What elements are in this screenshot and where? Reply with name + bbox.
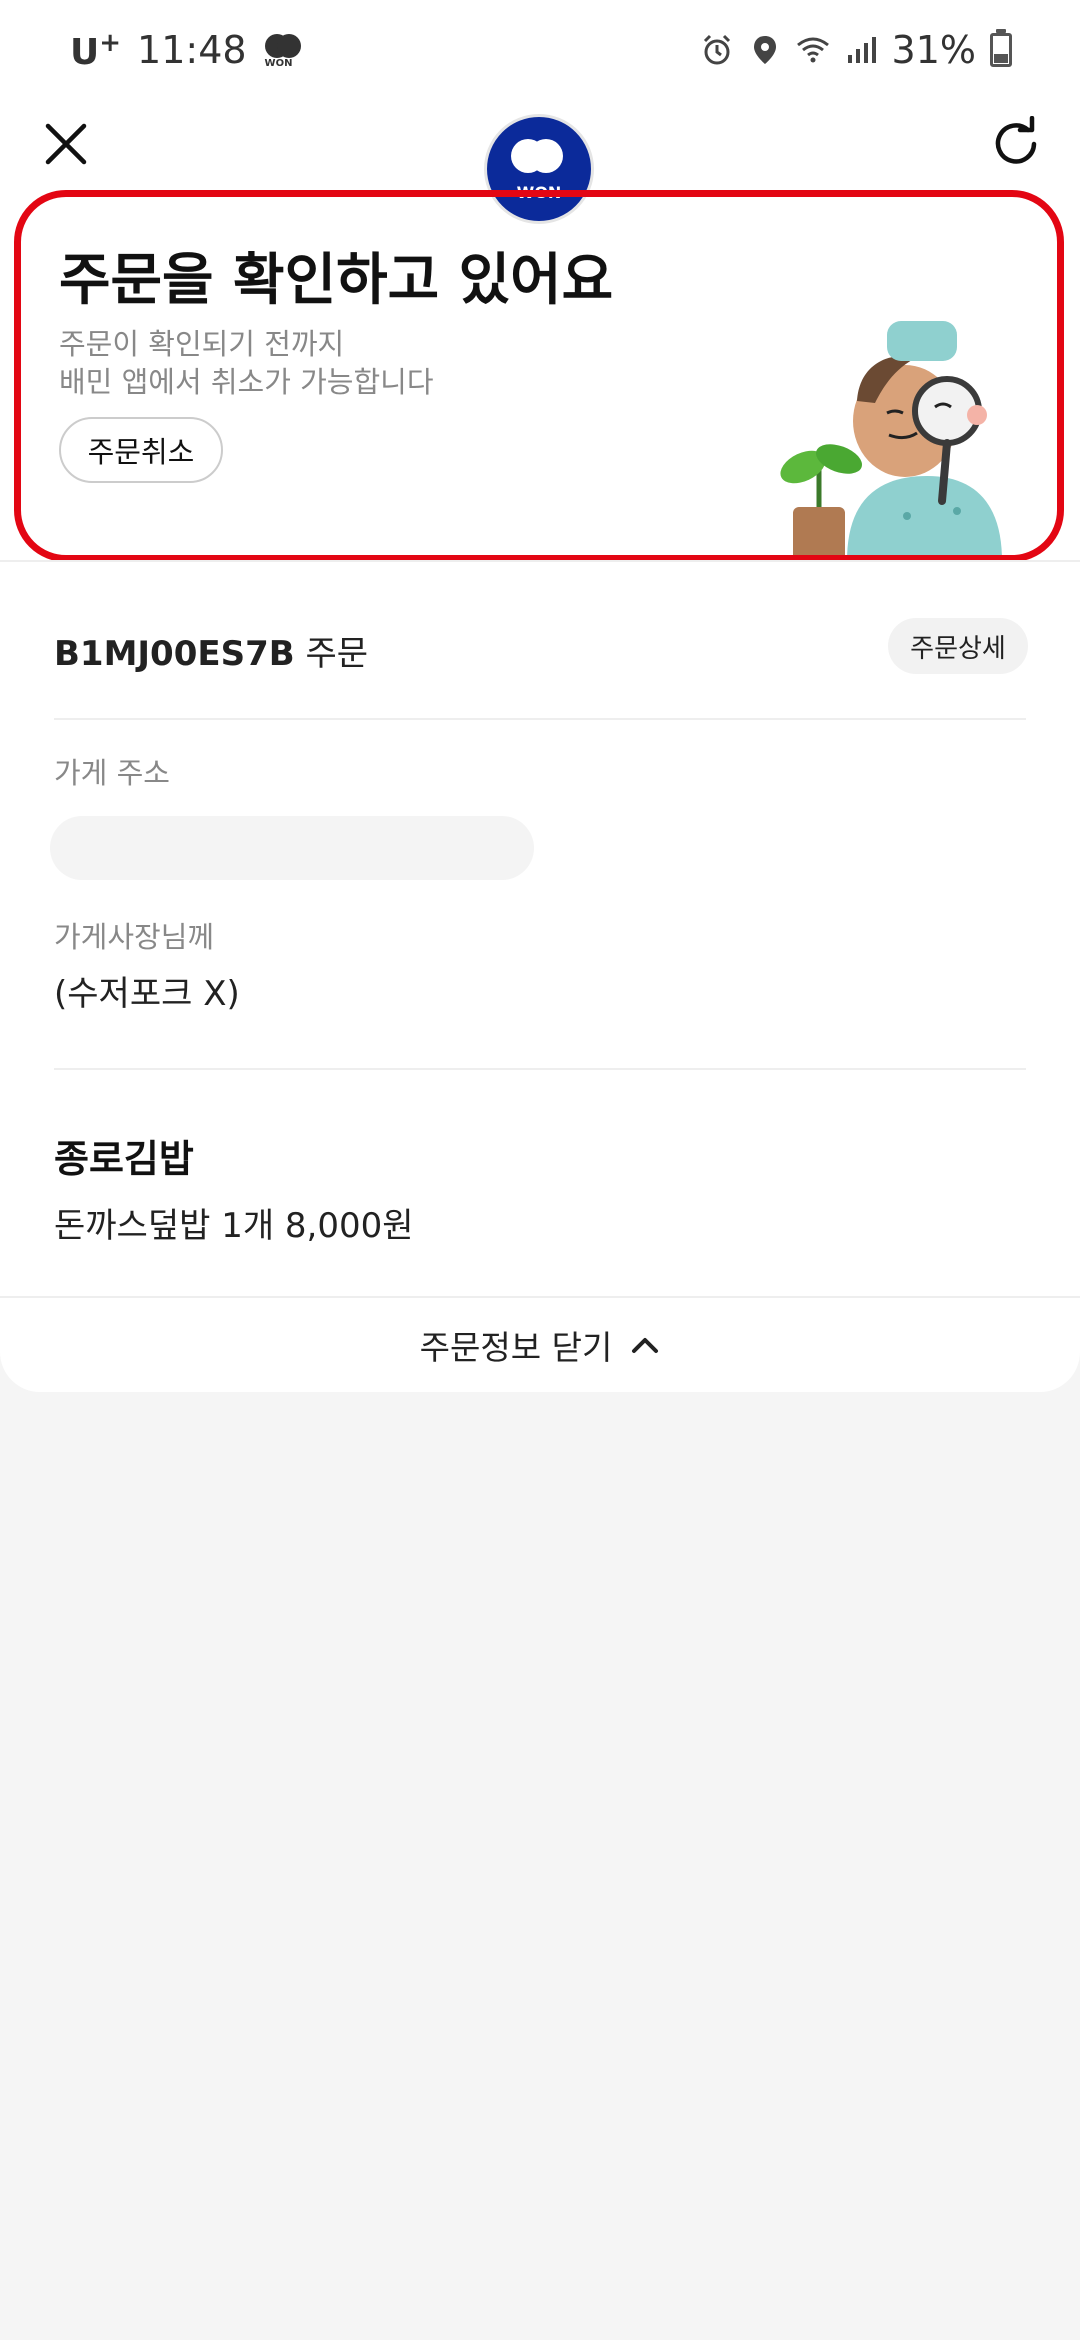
divider: [54, 718, 1026, 720]
banner-subtitle-line2: 배민 앱에서 취소가 가능합니다: [59, 365, 434, 399]
order-confirming-banner: 주문을 확인하고 있어요 주문이 확인되기 전까지 배민 앱에서 취소가 가능합…: [14, 190, 1064, 562]
store-address-placeholder: [50, 816, 534, 880]
status-bar: U+ 11:48 WON 31%: [0, 0, 1080, 100]
order-status-sheet: WON 주문을 확인하고 있어요 주문이 확인되기 전까지 배민 앱에서 취소가…: [0, 100, 1080, 1392]
location-icon: [753, 36, 776, 64]
store-address-label: 가게 주소: [54, 756, 170, 790]
delivery-mascot-illustration: [780, 321, 1002, 555]
order-id-suffix: 주문: [305, 634, 369, 674]
top-toolbar: WON: [0, 100, 1080, 224]
wifi-icon: [796, 37, 829, 63]
clock: 11:48: [137, 28, 247, 72]
order-id-code: B1MJ00ES7B: [54, 634, 295, 674]
banner-subtitle-line1: 주문이 확인되기 전까지: [59, 327, 345, 361]
chevron-up-icon: [632, 1338, 659, 1353]
close-order-info-label: 주문정보 닫기: [419, 1328, 613, 1367]
store-name: 종로김밥: [54, 1137, 194, 1181]
memo-to-owner-value: (수저포크 X): [54, 974, 240, 1014]
battery-percent: 31%: [891, 28, 976, 72]
refresh-icon[interactable]: [988, 116, 1044, 172]
order-detail-button[interactable]: 주문상세: [888, 618, 1028, 674]
status-right: 31%: [700, 28, 1012, 72]
battery-icon: [990, 29, 1012, 67]
banner-title: 주문을 확인하고 있어요: [59, 248, 614, 313]
order-number-row: B1MJ00ES7B 주문 주문상세: [54, 618, 1028, 680]
memo-to-owner-label: 가게사장님께: [54, 920, 215, 954]
signal-icon: [847, 37, 876, 63]
cancel-order-button[interactable]: 주문취소: [59, 417, 223, 483]
close-icon[interactable]: [40, 118, 92, 170]
divider: [54, 1068, 1026, 1070]
section-divider: [0, 560, 1080, 562]
order-number: B1MJ00ES7B 주문: [54, 626, 368, 675]
alarm-icon: [703, 34, 730, 65]
close-order-info-button[interactable]: 주문정보 닫기: [0, 1296, 1080, 1392]
banner-subtitle: 주문이 확인되기 전까지 배민 앱에서 취소가 가능합니다: [59, 325, 434, 401]
menu-item: 돈까스덮밥 1개 8,000원: [54, 1206, 414, 1246]
won-notification-icon: WON: [263, 30, 303, 70]
carrier-label: U+: [70, 27, 122, 73]
status-left: U+ 11:48 WON: [70, 28, 303, 73]
